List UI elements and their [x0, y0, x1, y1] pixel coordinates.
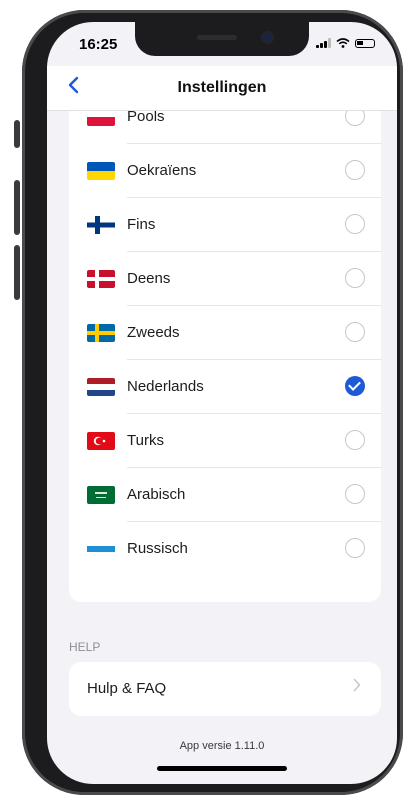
help-faq-row[interactable]: Hulp & FAQ — [69, 662, 381, 716]
radio-button[interactable] — [345, 538, 365, 558]
radio-button[interactable] — [345, 322, 365, 342]
help-faq-label: Hulp & FAQ — [87, 680, 167, 697]
battery-icon — [355, 38, 375, 48]
radio-button[interactable] — [345, 484, 365, 504]
language-row-arabisch[interactable]: Arabisch — [69, 468, 381, 522]
language-label: Deens — [127, 270, 171, 287]
page-title: Instellingen — [177, 79, 267, 96]
russia-flag-icon — [87, 540, 115, 558]
ukraine-flag-icon — [87, 162, 115, 180]
radio-button[interactable] — [345, 214, 365, 234]
denmark-flag-icon — [87, 270, 115, 288]
sweden-flag-icon — [87, 324, 115, 342]
home-indicator — [157, 766, 287, 771]
volume-up-button — [14, 180, 20, 235]
app-version: App versie 1.11.0 — [179, 740, 265, 752]
camera-icon — [263, 33, 272, 42]
volume-down-button — [14, 245, 20, 300]
status-time: 16:25 — [79, 36, 118, 53]
language-row-russisch[interactable]: Russisch — [69, 522, 381, 576]
saudi-arabia-flag-icon — [87, 486, 115, 504]
netherlands-flag-icon — [87, 378, 115, 396]
language-label: Fins — [127, 216, 156, 233]
speaker-grille — [197, 35, 237, 40]
checkmark-radio-selected[interactable] — [345, 376, 365, 396]
language-row-oekraiens[interactable]: Oekraïens — [69, 144, 381, 198]
language-label: Nederlands — [127, 378, 204, 395]
finland-flag-icon — [87, 216, 115, 234]
chevron-right-icon — [353, 678, 361, 697]
language-list: Pools Oekraïens Fins Deens Zweeds Nederl… — [69, 90, 381, 602]
mute-switch — [14, 120, 20, 148]
section-header-help: HELP — [69, 640, 101, 654]
language-label: Arabisch — [127, 486, 186, 503]
language-row-turks[interactable]: Turks — [69, 414, 381, 468]
language-row-fins[interactable]: Fins — [69, 198, 381, 252]
navigation-bar: Instellingen — [47, 66, 397, 111]
language-label: Turks — [127, 432, 164, 449]
signal-icon — [316, 38, 331, 48]
language-label: Zweeds — [127, 324, 180, 341]
notch — [135, 22, 309, 56]
radio-button[interactable] — [345, 160, 365, 180]
status-icons — [316, 38, 375, 48]
radio-button[interactable] — [345, 268, 365, 288]
wifi-icon — [336, 38, 350, 48]
radio-button[interactable] — [345, 430, 365, 450]
language-label: Oekraïens — [127, 162, 197, 179]
turkey-flag-icon — [87, 432, 115, 450]
language-row-zweeds[interactable]: Zweeds — [69, 306, 381, 360]
language-row-nederlands[interactable]: Nederlands — [69, 360, 381, 414]
language-row-deens[interactable]: Deens — [69, 252, 381, 306]
language-label: Russisch — [127, 540, 188, 557]
screen: 16:25 Instellingen Pools Oekraïens Fins … — [47, 22, 397, 784]
